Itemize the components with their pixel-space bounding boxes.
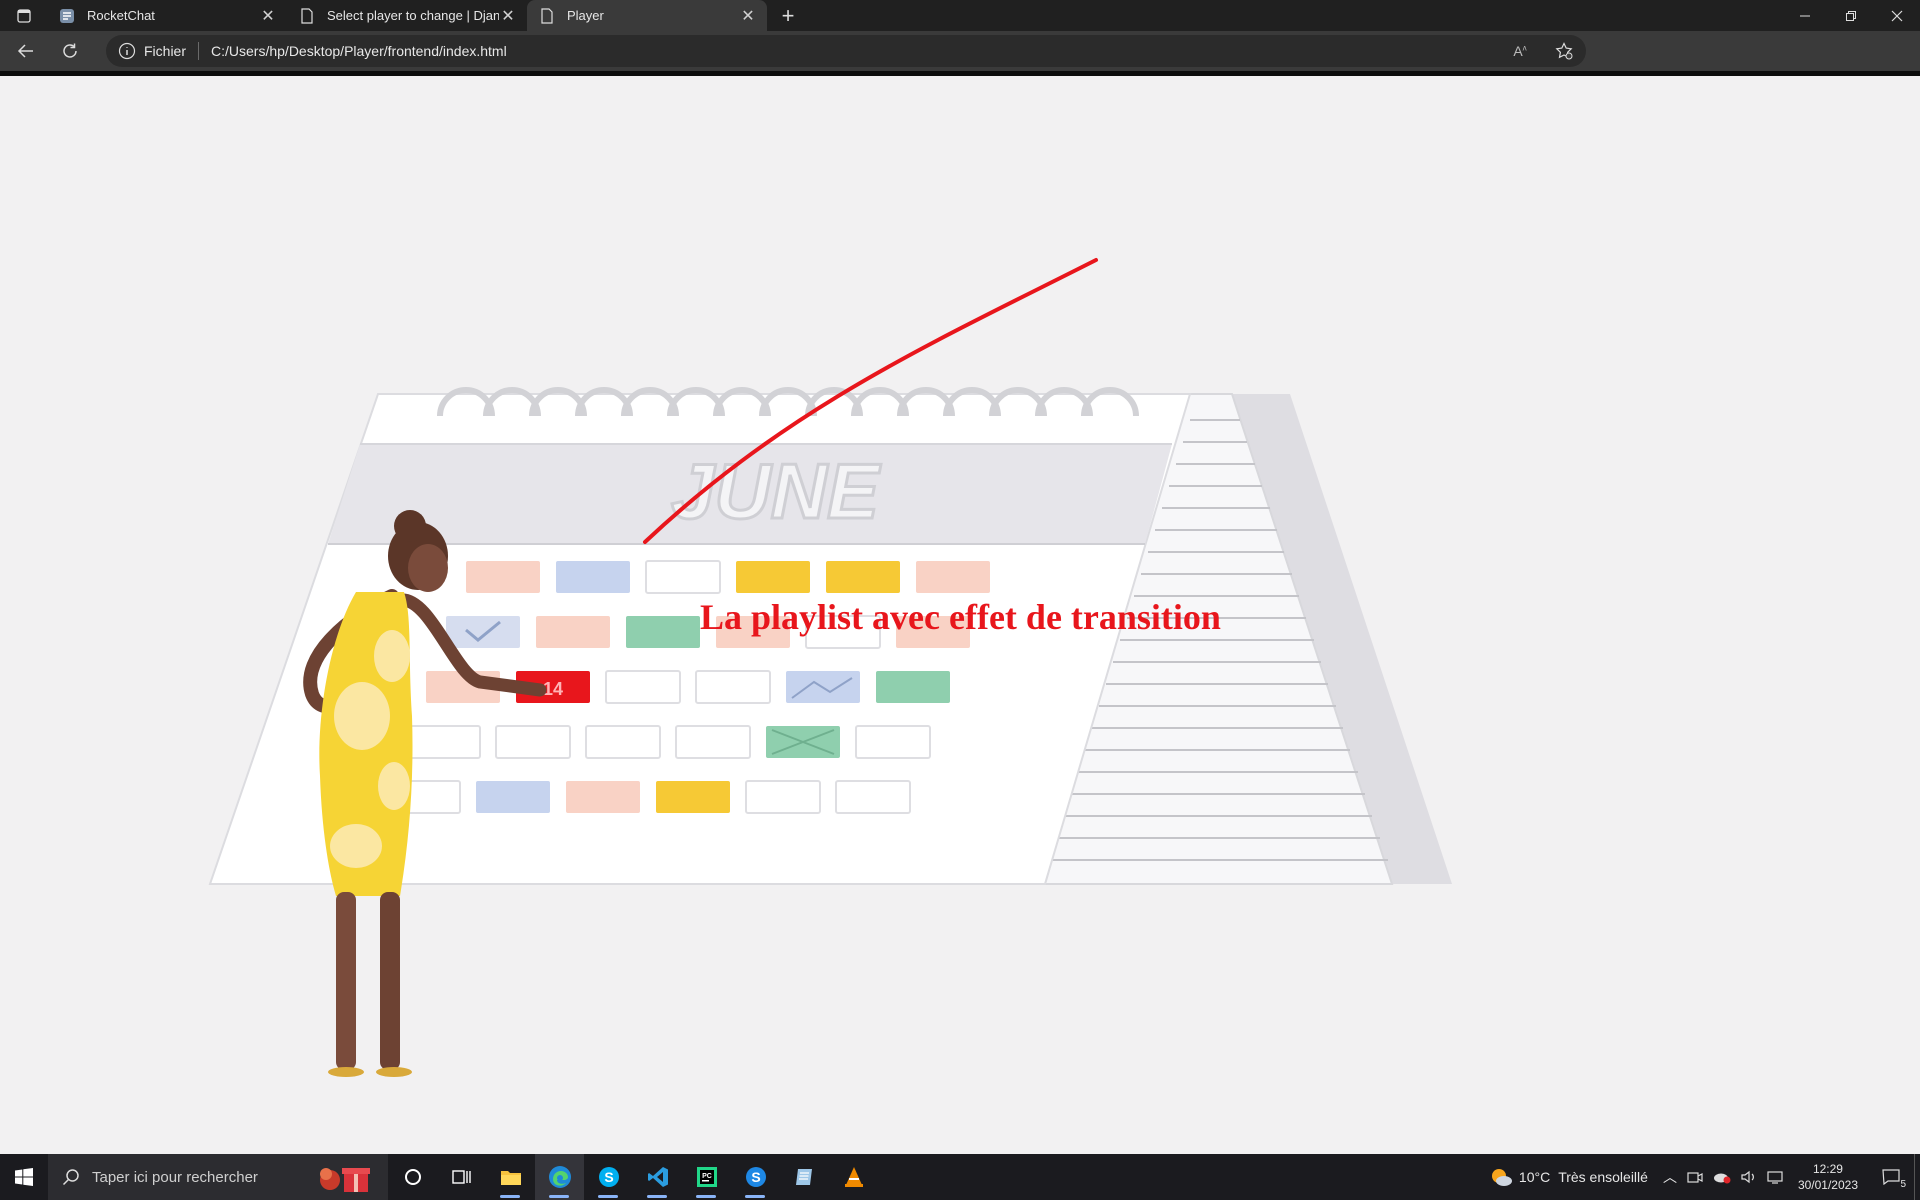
show-desktop-button[interactable]	[1914, 1154, 1920, 1200]
task-view-icon	[451, 1170, 471, 1184]
tab-label: RocketChat	[87, 8, 155, 23]
minimize-icon	[1800, 15, 1810, 16]
clock-time: 12:29	[1812, 1162, 1843, 1176]
window-controls	[1782, 0, 1920, 31]
task-view-button[interactable]	[437, 1154, 486, 1200]
back-button[interactable]	[6, 33, 46, 69]
weather-condition: Très ensoleillé	[1558, 1169, 1648, 1185]
weather-temp: 10°C	[1518, 1169, 1551, 1185]
windows-logo-icon	[15, 1168, 33, 1186]
minimize-button[interactable]	[1782, 0, 1828, 31]
search-placeholder: Taper ici pour rechercher	[92, 1168, 258, 1186]
volume-icon	[1741, 1170, 1754, 1184]
new-tab-button[interactable]: +	[773, 0, 803, 31]
file-explorer-button[interactable]	[486, 1154, 535, 1200]
svg-text:S: S	[751, 1169, 760, 1185]
file-explorer-icon	[500, 1171, 521, 1185]
plus-icon: +	[781, 2, 795, 28]
arrow-left-icon	[17, 44, 33, 58]
address-bar[interactable]: Fichier C:/Users/hp/Desktop/Player/front…	[106, 35, 1586, 67]
address-divider	[198, 42, 200, 60]
restore-icon	[1846, 10, 1856, 21]
svg-text:S: S	[604, 1169, 613, 1185]
notes-icon	[795, 1169, 812, 1185]
cloud-status-button[interactable]	[1708, 1154, 1736, 1200]
skype-icon: S	[745, 1167, 766, 1187]
windows-taskbar: Taper ici pour rechercher S PC S 10°C Tr…	[0, 1154, 1920, 1200]
skype-icon: S	[598, 1167, 619, 1187]
weather-sun-cloud-icon	[1491, 1169, 1512, 1186]
system-tray: 10°C Très ensoleillé ︿ 12:29 30/01/2023 …	[1484, 1154, 1920, 1200]
rocketchat-icon	[59, 8, 75, 24]
chevron-up-icon: ︿	[1662, 1169, 1677, 1185]
notification-icon	[1882, 1169, 1900, 1185]
edge-button[interactable]	[535, 1154, 584, 1200]
network-button[interactable]	[1762, 1154, 1788, 1200]
close-window-button[interactable]	[1874, 0, 1920, 31]
show-hidden-icons-button[interactable]: ︿	[1658, 1154, 1682, 1200]
read-aloud-icon: Aʌ	[1513, 43, 1527, 59]
camera-icon	[1687, 1172, 1703, 1183]
page-icon	[539, 7, 555, 24]
restore-button[interactable]	[1828, 0, 1874, 31]
network-monitor-icon	[1767, 1171, 1783, 1184]
tab-player[interactable]: Player ✕	[527, 0, 767, 31]
video-overlay-title: La playlist avec effet de transition	[700, 597, 1221, 637]
tab-actions-icon	[16, 8, 31, 23]
page-viewport: JUNE 14 La playlist avec effet de transi…	[0, 76, 1920, 1154]
search-icon	[62, 1169, 79, 1186]
url-text[interactable]: C:/Users/hp/Desktop/Player/frontend/inde…	[211, 43, 507, 59]
site-info-label[interactable]: Fichier	[144, 43, 186, 59]
clock-date: 30/01/2023	[1797, 1178, 1858, 1192]
taskbar-search[interactable]: Taper ici pour rechercher	[48, 1154, 388, 1200]
close-icon	[1891, 10, 1903, 21]
edge-icon	[548, 1166, 571, 1188]
tab-label: Select player to change | Django	[327, 8, 499, 23]
notes-button[interactable]	[780, 1154, 829, 1200]
info-icon[interactable]	[118, 42, 136, 60]
vlc-button[interactable]	[829, 1154, 878, 1200]
refresh-button[interactable]	[50, 33, 90, 69]
tab-django-admin[interactable]: Select player to change | Django ✕	[287, 0, 527, 31]
search-highlight-gift-icon	[320, 1168, 370, 1192]
close-tab-icon[interactable]: ✕	[739, 7, 757, 25]
cloud-error-icon	[1713, 1173, 1731, 1184]
notifications-button[interactable]: 5	[1868, 1154, 1914, 1200]
tab-actions-button[interactable]	[0, 0, 47, 31]
clock[interactable]: 12:29 30/01/2023	[1788, 1161, 1868, 1193]
cortana-icon	[404, 1169, 421, 1185]
close-tab-icon[interactable]: ✕	[499, 7, 517, 25]
skype-business-button[interactable]: S	[731, 1154, 780, 1200]
address-bar-actions: Aʌ	[1498, 35, 1586, 67]
browser-toolbar: Fichier C:/Users/hp/Desktop/Player/front…	[0, 31, 1920, 93]
tab-rocketchat[interactable]: RocketChat ✕	[47, 0, 287, 31]
volume-button[interactable]	[1736, 1154, 1762, 1200]
start-button[interactable]	[0, 1154, 48, 1200]
close-tab-icon[interactable]: ✕	[259, 7, 277, 25]
refresh-icon	[63, 43, 77, 58]
vscode-button[interactable]	[633, 1154, 682, 1200]
svg-text:PC: PC	[702, 1173, 712, 1180]
read-aloud-button[interactable]: Aʌ	[1498, 35, 1542, 67]
browser-tab-strip: RocketChat ✕ Select player to change | D…	[0, 0, 1920, 31]
notification-count: 5	[1900, 1179, 1906, 1190]
tab-label: Player	[567, 8, 604, 23]
page-icon	[299, 7, 315, 24]
skype-button[interactable]: S	[584, 1154, 633, 1200]
meet-now-button[interactable]	[1682, 1154, 1708, 1200]
vlc-icon	[844, 1167, 863, 1187]
add-favorite-button[interactable]	[1542, 35, 1586, 67]
weather-widget[interactable]: 10°C Très ensoleillé	[1484, 1154, 1658, 1200]
star-add-icon	[1555, 42, 1573, 60]
cortana-button[interactable]	[388, 1154, 437, 1200]
pycharm-button[interactable]: PC	[682, 1154, 731, 1200]
vscode-icon	[647, 1167, 668, 1187]
pycharm-icon: PC	[696, 1167, 717, 1187]
